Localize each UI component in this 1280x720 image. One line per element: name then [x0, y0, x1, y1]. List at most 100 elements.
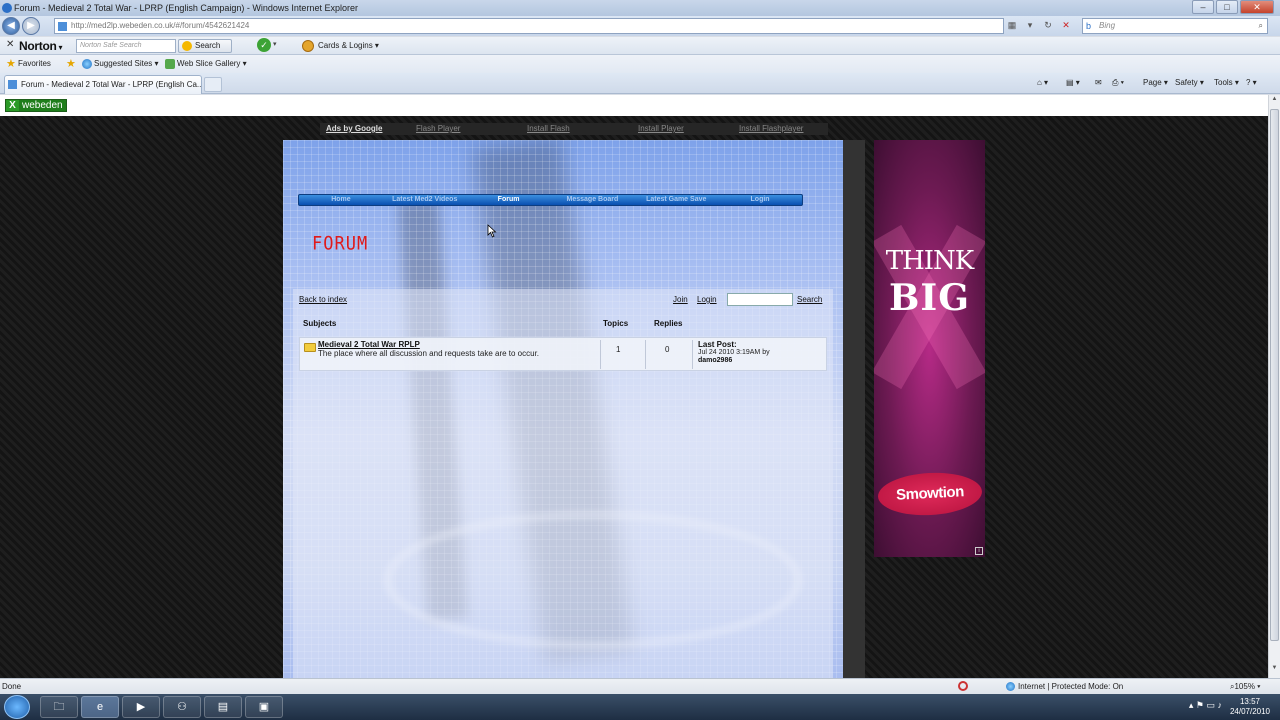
- status-bar: Done Internet | Protected Mode: On ⌕105%…: [0, 678, 1280, 694]
- home-icon[interactable]: ⌂ ▾: [1037, 77, 1048, 89]
- norton-logo[interactable]: Norton ▾: [19, 39, 62, 53]
- stop-icon[interactable]: ✕: [1058, 18, 1074, 32]
- print-icon[interactable]: ⎙ ▾: [1112, 77, 1124, 89]
- last-post-user[interactable]: damo2986: [698, 357, 732, 364]
- nav-forum[interactable]: Forum: [467, 195, 551, 205]
- forward-button[interactable]: ▶: [22, 17, 40, 35]
- ad-link-install-flash[interactable]: Install Flash: [527, 124, 570, 133]
- site-nav: Home Latest Med2 Videos Forum Message Bo…: [298, 194, 803, 206]
- taskbar: 🗀 e ▶ ⚇ ▤ ▣ ▴ ⚑ ▭ ♪ 13:57 24/07/2010: [0, 694, 1280, 720]
- scroll-down-icon[interactable]: ▼: [1270, 665, 1279, 677]
- minimize-button[interactable]: –: [1192, 0, 1214, 14]
- subjects-header: Subjects: [303, 319, 337, 328]
- ads-bar: Ads by Google Flash Player Install Flash…: [320, 123, 828, 135]
- security-zone[interactable]: Internet | Protected Mode: On: [1006, 679, 1123, 694]
- ad-link-install-player[interactable]: Install Player: [638, 124, 684, 133]
- ad-headline-big: BIG: [888, 277, 970, 319]
- vertical-scrollbar[interactable]: ▲ ▼: [1268, 95, 1280, 678]
- column-divider: [645, 340, 646, 369]
- window-controls: – □ ✕: [1190, 0, 1274, 16]
- compatibility-icon[interactable]: ▦: [1004, 18, 1020, 32]
- last-post-date: Jul 24 2010 3:19AM by: [698, 349, 770, 356]
- search-input[interactable]: b Bing ⌕: [1082, 18, 1268, 34]
- media-player-taskbar-icon[interactable]: ▶: [122, 696, 160, 718]
- security-warning-icon[interactable]: [958, 681, 968, 691]
- favorites-bar: ★ Favorites ★ Suggested Sites ▾ Web Slice…: [0, 55, 1280, 73]
- webeden-logo[interactable]: X webeden: [5, 99, 67, 112]
- cards-logins-button[interactable]: Cards & Logins ▾: [302, 39, 379, 53]
- table-row: Medieval 2 Total War RPLP The place wher…: [299, 337, 827, 371]
- forum-title-link[interactable]: Medieval 2 Total War RPLP: [318, 340, 420, 349]
- column-divider: [692, 340, 693, 369]
- tab-forum[interactable]: Forum - Medieval 2 Total War - LPRP (Eng…: [4, 75, 202, 94]
- nav-login[interactable]: Login: [718, 195, 802, 205]
- dropdown-icon[interactable]: ▾: [1022, 18, 1038, 32]
- norton-search-input[interactable]: Norton Safe Search: [76, 39, 176, 53]
- back-to-index-link[interactable]: Back to index: [299, 295, 347, 304]
- tools-menu[interactable]: Tools ▾: [1214, 77, 1239, 89]
- norton-safe-check-icon[interactable]: ✓: [257, 38, 271, 52]
- ad-link-install-flashplayer[interactable]: Install Flashplayer: [739, 124, 803, 133]
- norton-search-button[interactable]: Search: [178, 39, 232, 53]
- site-panel: Home Latest Med2 Videos Forum Message Bo…: [283, 140, 843, 678]
- notes-taskbar-icon[interactable]: ▤: [204, 696, 242, 718]
- scroll-up-icon[interactable]: ▲: [1270, 96, 1279, 108]
- search-icon[interactable]: ⌕: [1259, 19, 1263, 33]
- favorites-button[interactable]: ★ Favorites: [6, 58, 51, 70]
- ad-brand-logo: Smowtion: [876, 470, 984, 518]
- url-text: http://med2lp.webeden.co.uk/#/forum/4542…: [71, 21, 250, 30]
- explorer-taskbar-icon[interactable]: 🗀: [40, 696, 78, 718]
- suggested-sites-button[interactable]: Suggested Sites ▾: [82, 58, 159, 70]
- page-icon: [8, 80, 17, 89]
- ad-info-icon[interactable]: i: [975, 547, 983, 555]
- ad-banner[interactable]: THINK BIG Smowtion i: [874, 140, 985, 557]
- back-button[interactable]: ◀: [2, 17, 20, 35]
- internet-explorer-taskbar-icon[interactable]: e: [81, 696, 119, 718]
- nav-latest-game-save[interactable]: Latest Game Save: [634, 195, 718, 205]
- ads-by-google[interactable]: Ads by Google: [326, 124, 382, 133]
- web-slice-icon: [165, 59, 175, 69]
- join-link[interactable]: Join: [673, 295, 688, 304]
- window-title-bar: Forum - Medieval 2 Total War - LPRP (Eng…: [0, 0, 1280, 16]
- web-slice-gallery-button[interactable]: Web Slice Gallery ▾: [165, 58, 247, 70]
- column-divider: [600, 340, 601, 369]
- nav-latest-videos[interactable]: Latest Med2 Videos: [383, 195, 467, 205]
- forum-search-input[interactable]: [727, 293, 793, 306]
- new-tab-button[interactable]: [204, 77, 222, 92]
- page-viewport: X webeden Ads by Google Flash Player Ins…: [0, 95, 1268, 678]
- start-button[interactable]: [4, 695, 30, 719]
- mail-icon[interactable]: ✉: [1095, 77, 1102, 89]
- clock-date: 24/07/2010: [1229, 707, 1271, 716]
- address-bar[interactable]: http://med2lp.webeden.co.uk/#/forum/4542…: [54, 18, 1004, 34]
- window-title: Forum - Medieval 2 Total War - LPRP (Eng…: [14, 3, 358, 13]
- safety-menu[interactable]: Safety ▾: [1175, 77, 1204, 89]
- ad-link-flash-player[interactable]: Flash Player: [416, 124, 460, 133]
- page-menu[interactable]: Page ▾: [1143, 77, 1168, 89]
- search-link[interactable]: Search: [797, 295, 822, 304]
- norton-toolbar: ✕ Norton ▾ Norton Safe Search Search ✓ ▾…: [0, 37, 1280, 55]
- refresh-icon[interactable]: ↻: [1040, 18, 1056, 32]
- mouse-cursor-icon: [487, 224, 497, 238]
- nav-message-board[interactable]: Message Board: [550, 195, 634, 205]
- globe-icon: [1006, 682, 1015, 691]
- ie-icon: [2, 3, 12, 13]
- chevron-down-icon[interactable]: ▾: [273, 40, 277, 48]
- program-taskbar-icon[interactable]: ▣: [245, 696, 283, 718]
- login-link[interactable]: Login: [697, 295, 717, 304]
- close-button[interactable]: ✕: [1240, 0, 1274, 14]
- forum-description: The place where all discussion and reque…: [318, 349, 540, 358]
- system-tray[interactable]: ▴ ⚑ ▭ ♪: [1189, 700, 1222, 711]
- maximize-button[interactable]: □: [1216, 0, 1238, 14]
- nav-home[interactable]: Home: [299, 195, 383, 205]
- zoom-level[interactable]: ⌕105% ▾: [1220, 679, 1261, 694]
- network-taskbar-icon[interactable]: ⚇: [163, 696, 201, 718]
- bing-icon: b: [1086, 21, 1092, 31]
- page-title: FORUM: [312, 233, 369, 255]
- scroll-thumb[interactable]: [1270, 109, 1279, 641]
- feeds-icon[interactable]: ▤ ▾: [1066, 77, 1080, 89]
- help-icon[interactable]: ? ▾: [1246, 77, 1257, 89]
- clock[interactable]: 13:57 24/07/2010: [1222, 697, 1278, 717]
- last-post-label: Last Post:: [698, 340, 737, 349]
- globe-icon: [82, 59, 92, 69]
- close-toolbar-icon[interactable]: ✕: [6, 39, 14, 50]
